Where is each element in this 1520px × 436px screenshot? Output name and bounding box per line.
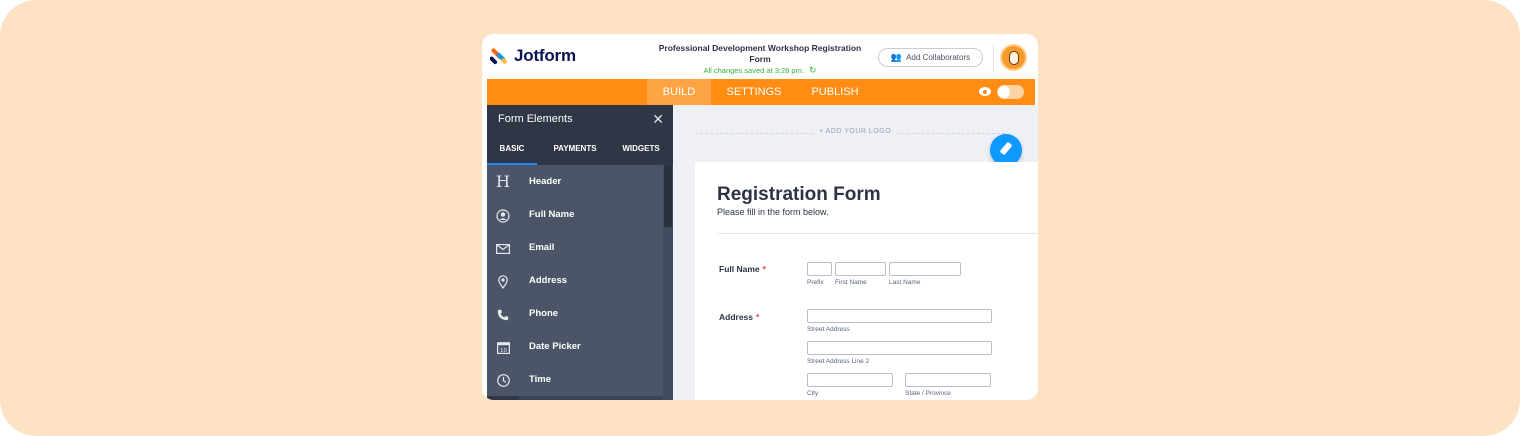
- state-sublabel: State / Province: [905, 390, 951, 397]
- logo-text: Jotform: [514, 46, 576, 65]
- top-bar: Jotform Professional Development Worksho…: [482, 34, 1038, 79]
- element-label: Date Picker: [529, 341, 581, 352]
- avatar-face-icon: [1009, 51, 1019, 65]
- scrollbar-thumb[interactable]: [664, 165, 672, 227]
- panel-title: Form Elements: [498, 113, 573, 125]
- first-name-input[interactable]: [835, 262, 886, 276]
- add-collaborators-label: Add Collaborators: [906, 53, 971, 62]
- calendar-icon: 10: [487, 330, 519, 363]
- form-elements-panel: Form Elements ✕ BASIC PAYMENTS WIDGETS H…: [487, 105, 673, 400]
- form-title[interactable]: Professional Development Workshop Regist…: [652, 43, 868, 65]
- form-subheading[interactable]: Please fill in the form below.: [717, 207, 829, 217]
- prefix-input[interactable]: [807, 262, 832, 276]
- form-heading[interactable]: Registration Form: [717, 184, 881, 206]
- street-address-input[interactable]: [807, 309, 992, 323]
- address-label[interactable]: Address *: [719, 312, 759, 322]
- preview-toggle[interactable]: [997, 85, 1024, 99]
- state-input[interactable]: [905, 373, 991, 387]
- element-label: Full Name: [529, 209, 575, 220]
- tab-basic[interactable]: BASIC: [487, 133, 537, 165]
- element-label: Header: [529, 176, 562, 187]
- prefix-sublabel: Prefix: [807, 279, 824, 286]
- street-address-line2-input[interactable]: [807, 341, 992, 355]
- tab-publish[interactable]: PUBLISH: [799, 79, 871, 105]
- element-address[interactable]: Address: [487, 264, 663, 297]
- jotform-logo-icon: [490, 48, 507, 65]
- element-date-picker[interactable]: 10 Date Picker: [487, 330, 663, 363]
- element-label: Time: [529, 374, 552, 385]
- save-status: All changes saved at 3:28 pm. ↻: [652, 65, 868, 76]
- tab-widgets[interactable]: WIDGETS: [611, 133, 671, 165]
- phone-icon: [487, 297, 519, 330]
- form-card: Registration Form Please fill in the for…: [695, 162, 1038, 400]
- required-marker: *: [756, 312, 760, 322]
- element-header[interactable]: H Header: [487, 165, 663, 198]
- first-name-sublabel: First Name: [835, 279, 867, 286]
- full-name-label[interactable]: Full Name *: [719, 264, 766, 274]
- svg-text:10: 10: [500, 348, 507, 354]
- street-address-sublabel: Street Address: [807, 326, 850, 333]
- eye-icon[interactable]: [979, 87, 991, 96]
- tab-settings[interactable]: SETTINGS: [717, 79, 791, 105]
- user-icon: [487, 198, 519, 231]
- element-email[interactable]: Email: [487, 231, 663, 264]
- divider: [993, 44, 994, 72]
- element-phone[interactable]: Phone: [487, 297, 663, 330]
- tab-build[interactable]: BUILD: [647, 79, 711, 105]
- avatar[interactable]: [1000, 44, 1027, 71]
- element-full-name[interactable]: Full Name: [487, 198, 663, 231]
- last-name-sublabel: Last Name: [889, 279, 921, 286]
- panel-header: Form Elements ✕: [487, 105, 673, 133]
- scrollbar[interactable]: [663, 165, 673, 400]
- field-label-text: Address: [719, 312, 754, 322]
- panel-tabs: BASIC PAYMENTS WIDGETS: [487, 133, 673, 165]
- jotform-logo[interactable]: Jotform: [490, 46, 576, 66]
- city-input[interactable]: [807, 373, 893, 387]
- city-sublabel: City: [807, 390, 819, 397]
- required-marker: *: [762, 264, 766, 274]
- field-label-text: Full Name: [719, 264, 760, 274]
- element-label: Address: [529, 275, 568, 286]
- element-time[interactable]: Time: [487, 363, 663, 396]
- tab-payments[interactable]: PAYMENTS: [542, 133, 608, 165]
- close-icon[interactable]: ✕: [652, 105, 664, 133]
- last-name-input[interactable]: [889, 262, 961, 276]
- element-label: Phone: [529, 308, 559, 319]
- people-icon: 👥: [890, 52, 903, 62]
- divider: [717, 233, 1038, 234]
- builder-nav: BUILD SETTINGS PUBLISH: [487, 79, 1035, 105]
- map-pin-icon: [487, 264, 519, 297]
- save-status-text: All changes saved at 3:28 pm.: [703, 66, 804, 75]
- refresh-icon[interactable]: ↻: [809, 65, 817, 76]
- clock-icon: [487, 363, 519, 396]
- paint-brush-icon: [999, 141, 1013, 156]
- form-canvas: + ADD YOUR LOGO Registration Form Please…: [673, 105, 1038, 400]
- app-window: Jotform Professional Development Worksho…: [482, 34, 1038, 400]
- element-list: H Header Full Name Email Address Phone 1…: [487, 165, 673, 400]
- envelope-icon: [487, 231, 519, 264]
- add-collaborators-button[interactable]: 👥 Add Collaborators: [878, 48, 983, 67]
- heading-icon: H: [496, 172, 510, 191]
- element-label: Email: [529, 242, 555, 253]
- add-logo-button[interactable]: + ADD YOUR LOGO: [813, 128, 898, 135]
- street-address-line2-sublabel: Street Address Line 2: [807, 358, 870, 365]
